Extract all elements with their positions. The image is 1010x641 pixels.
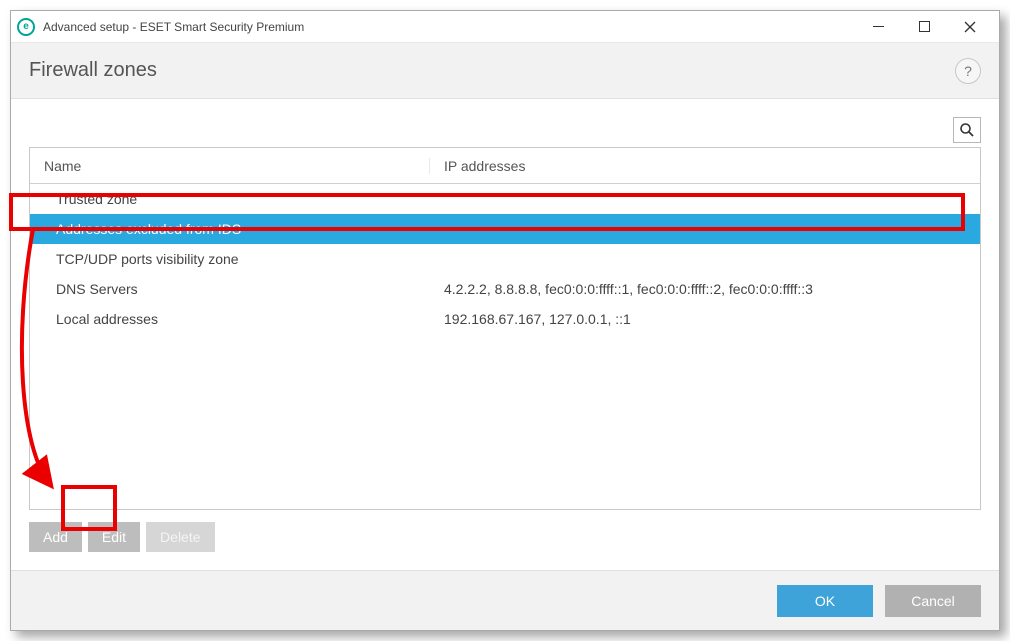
content-area: Name IP addresses Trusted zone Addresses … (11, 99, 999, 570)
cancel-button[interactable]: Cancel (885, 585, 981, 617)
cell-name: DNS Servers (30, 281, 430, 297)
table-row[interactable]: DNS Servers4.2.2.2, 8.8.8.8, fec0:0:0:ff… (30, 274, 980, 304)
window-controls (855, 12, 993, 42)
footer: OK Cancel (11, 570, 999, 630)
maximize-button[interactable] (901, 12, 947, 42)
edit-button[interactable]: Edit (88, 522, 140, 552)
zones-table: Name IP addresses Trusted zone Addresses … (29, 147, 981, 510)
subheader: Firewall zones ? (11, 43, 999, 99)
search-icon (959, 122, 975, 138)
table-row[interactable]: TCP/UDP ports visibility zone (30, 244, 980, 274)
table-header: Name IP addresses (30, 148, 980, 184)
add-button[interactable]: Add (29, 522, 82, 552)
cell-ip: 192.168.67.167, 127.0.0.1, ::1 (430, 311, 980, 327)
close-button[interactable] (947, 12, 993, 42)
cell-name: Local addresses (30, 311, 430, 327)
column-name[interactable]: Name (30, 158, 430, 174)
ok-button[interactable]: OK (777, 585, 873, 617)
table-row[interactable]: Local addresses192.168.67.167, 127.0.0.1… (30, 304, 980, 334)
table-body: Trusted zone Addresses excluded from IDS T… (30, 184, 980, 509)
column-ip[interactable]: IP addresses (430, 158, 980, 174)
cell-name: TCP/UDP ports visibility zone (30, 251, 430, 267)
titlebar: e Advanced setup - ESET Smart Security P… (11, 11, 999, 43)
cell-name: Addresses excluded from IDS (30, 221, 430, 237)
table-row[interactable]: Trusted zone (30, 184, 980, 214)
minimize-button[interactable] (855, 12, 901, 42)
table-row[interactable]: Addresses excluded from IDS (30, 214, 980, 244)
cell-ip: 4.2.2.2, 8.8.8.8, fec0:0:0:ffff::1, fec0… (430, 281, 980, 297)
search-button[interactable] (953, 117, 981, 143)
cell-name: Trusted zone (30, 191, 430, 207)
window: e Advanced setup - ESET Smart Security P… (10, 10, 1000, 631)
action-row: Add Edit Delete (29, 522, 981, 552)
page-title: Firewall zones (29, 59, 157, 82)
eset-logo-icon: e (17, 18, 35, 36)
search-row (29, 117, 981, 143)
delete-button[interactable]: Delete (146, 522, 214, 552)
help-button[interactable]: ? (955, 58, 981, 84)
window-title: Advanced setup - ESET Smart Security Pre… (43, 20, 855, 34)
